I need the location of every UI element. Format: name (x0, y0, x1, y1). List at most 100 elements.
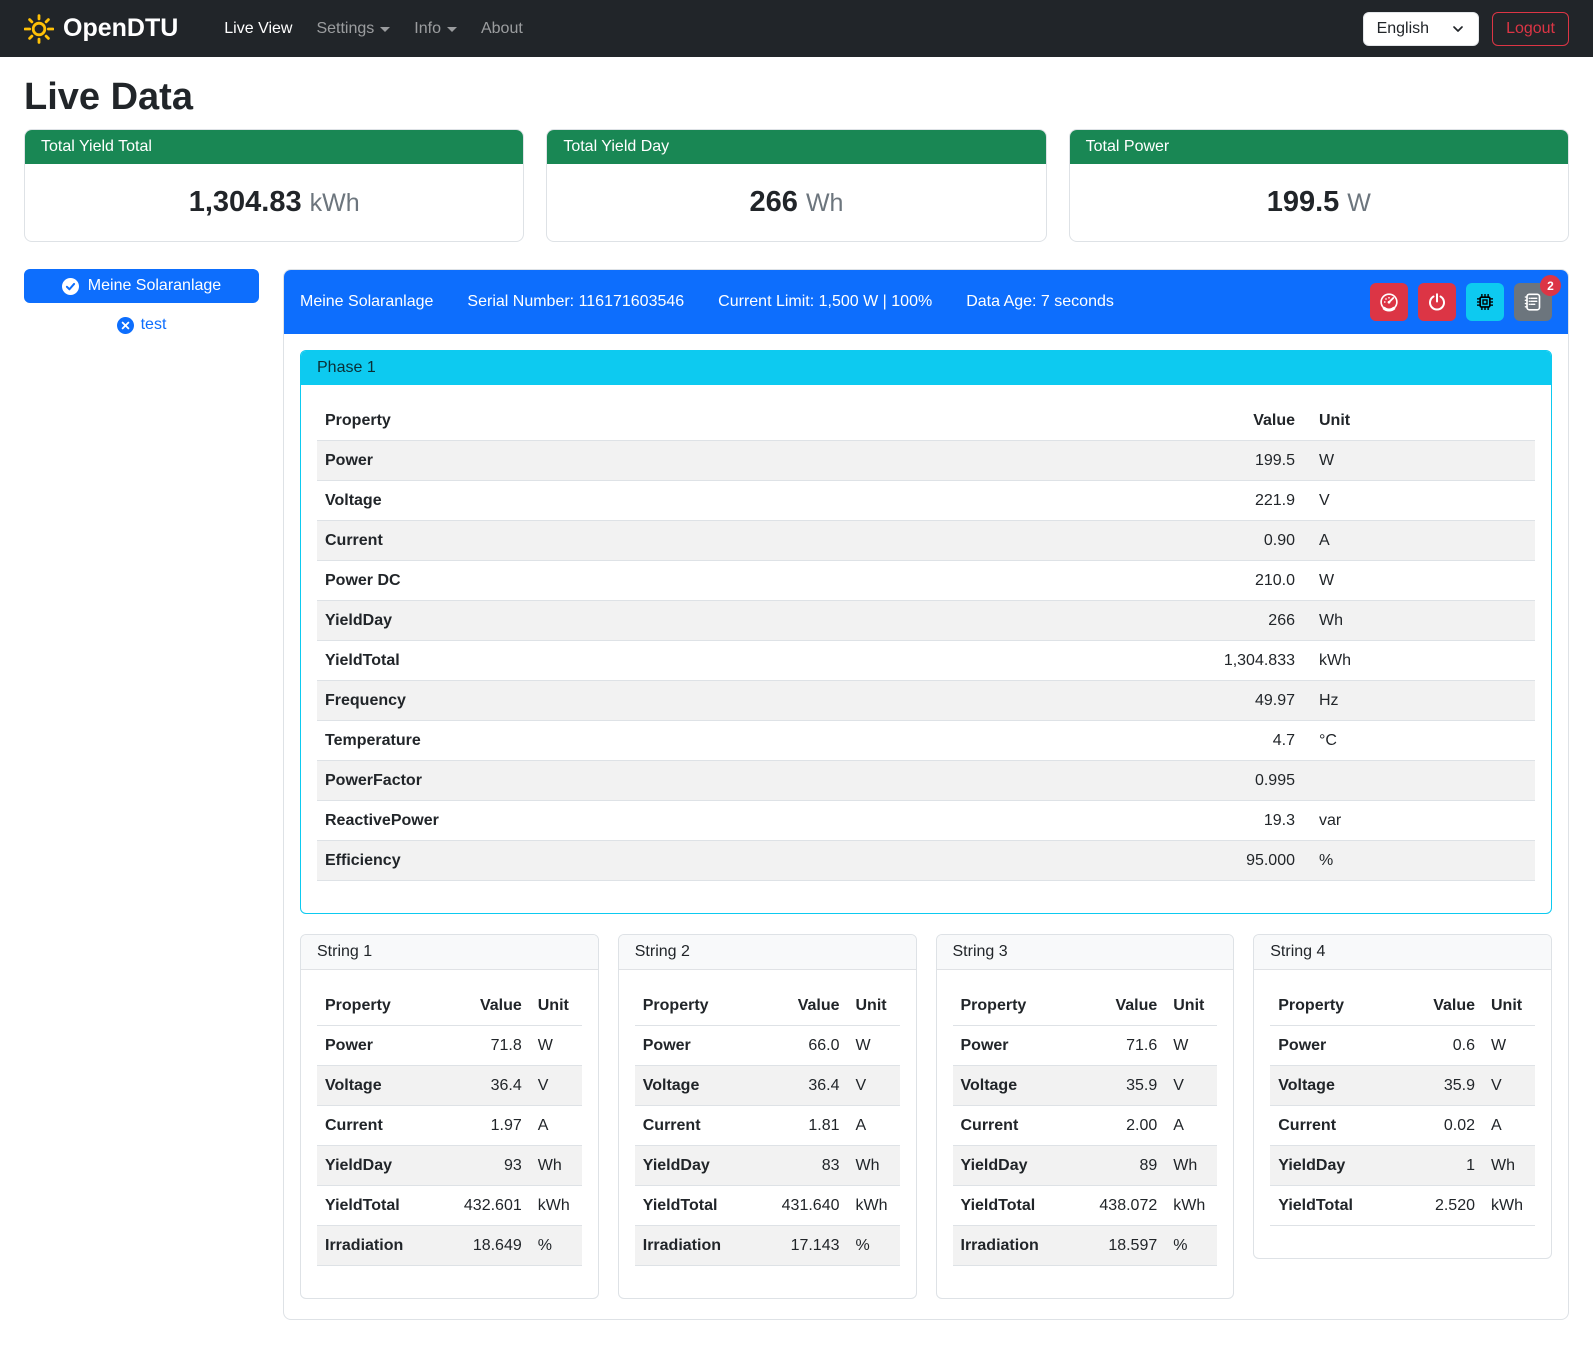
string-body: Property Value Unit Power0.6WVoltage35.9… (1254, 970, 1551, 1258)
value-cell: 2.00 (1075, 1106, 1165, 1146)
property-cell: Voltage (953, 1066, 1076, 1106)
check-circle-icon (62, 278, 79, 295)
string-body: Property Value Unit Power71.6WVoltage35.… (937, 970, 1234, 1298)
string-3-card: String 3 Property Value Unit (936, 934, 1235, 1299)
property-cell: Frequency (317, 681, 1143, 721)
col-value: Value (440, 986, 530, 1026)
value-cell: 18.597 (1075, 1226, 1165, 1266)
string-1-table: Property Value Unit Power71.8WVoltage36.… (317, 986, 582, 1266)
inverter-limit: Current Limit: 1,500 W | 100% (718, 293, 932, 311)
journal-text-icon (1523, 292, 1543, 312)
table-row: Voltage35.9V (953, 1066, 1218, 1106)
inverter-test-link[interactable]: test (24, 316, 259, 334)
inverter-select-button[interactable]: Meine Solaranlage (24, 269, 259, 303)
col-property: Property (953, 986, 1076, 1026)
unit-cell: Wh (1165, 1146, 1217, 1186)
property-cell: Power (635, 1026, 758, 1066)
card-unit: kWh (310, 189, 360, 217)
table-row: Current0.02A (1270, 1106, 1535, 1146)
unit-cell: A (1165, 1106, 1217, 1146)
string-3-table: Property Value Unit Power71.6WVoltage35.… (953, 986, 1218, 1266)
property-cell: Current (317, 521, 1143, 561)
value-cell: 431.640 (758, 1186, 848, 1226)
event-count-badge: 2 (1540, 275, 1561, 296)
brand-link[interactable]: OpenDTU (24, 14, 178, 44)
value-cell: 1 (1393, 1146, 1483, 1186)
nav-info[interactable]: Info (414, 20, 457, 38)
unit-cell: W (1303, 561, 1535, 601)
col-value: Value (1143, 401, 1303, 441)
phase-body: Property Value Unit Power199.5WVoltage22… (301, 385, 1551, 913)
card-body: 199.5W (1070, 164, 1568, 241)
property-cell: YieldTotal (317, 641, 1143, 681)
value-cell: 210.0 (1143, 561, 1303, 601)
string-title: String 4 (1254, 935, 1551, 970)
table-row: Voltage36.4V (635, 1066, 900, 1106)
nav-about[interactable]: About (481, 20, 523, 38)
table-row: YieldDay83Wh (635, 1146, 900, 1186)
unit-cell: V (1165, 1066, 1217, 1106)
power-toggle-button[interactable] (1418, 283, 1456, 321)
unit-cell: W (1165, 1026, 1217, 1066)
total-power-card: Total Power 199.5W (1069, 129, 1569, 242)
table-row: YieldTotal431.640kWh (635, 1186, 900, 1226)
inverter-name: Meine Solaranlage (300, 293, 433, 311)
value-cell: 438.072 (1075, 1186, 1165, 1226)
value-cell: 1.81 (758, 1106, 848, 1146)
unit-cell: % (1303, 841, 1535, 881)
language-select[interactable]: English (1363, 12, 1479, 46)
value-cell: 17.143 (758, 1226, 848, 1266)
property-cell: YieldTotal (953, 1186, 1076, 1226)
property-cell: ReactivePower (317, 801, 1143, 841)
nav-live-view[interactable]: Live View (224, 20, 292, 38)
card-title: Total Yield Total (25, 130, 523, 164)
unit-cell: kWh (530, 1186, 582, 1226)
table-row: Power71.6W (953, 1026, 1218, 1066)
unit-cell: var (1303, 801, 1535, 841)
value-cell: 0.6 (1393, 1026, 1483, 1066)
card-title: Total Power (1070, 130, 1568, 164)
logout-button[interactable]: Logout (1492, 12, 1569, 46)
string-2-card: String 2 Property Value Unit (618, 934, 917, 1299)
device-info-button[interactable] (1466, 283, 1504, 321)
phase-panel: Phase 1 Property Value Unit Power199.5WV… (300, 350, 1552, 914)
property-cell: Voltage (635, 1066, 758, 1106)
unit-cell (1303, 761, 1535, 801)
value-cell: 35.9 (1075, 1066, 1165, 1106)
strings-row: String 1 Property Value Unit (300, 934, 1552, 1299)
property-cell: Current (317, 1106, 440, 1146)
unit-cell: V (1303, 481, 1535, 521)
unit-cell: Hz (1303, 681, 1535, 721)
col-unit: Unit (848, 986, 900, 1026)
card-unit: Wh (806, 189, 844, 217)
string-title: String 3 (937, 935, 1234, 970)
value-cell: 89 (1075, 1146, 1165, 1186)
event-log-button[interactable]: 2 (1514, 283, 1552, 321)
property-cell: Irradiation (953, 1226, 1076, 1266)
unit-cell: Wh (848, 1146, 900, 1186)
string-1-card: String 1 Property Value Unit (300, 934, 599, 1299)
value-cell: 199.5 (1143, 441, 1303, 481)
unit-cell: kWh (1483, 1186, 1535, 1226)
property-cell: YieldDay (953, 1146, 1076, 1186)
inverter-body: Phase 1 Property Value Unit Power199.5WV… (284, 334, 1568, 1319)
total-yield-day-card: Total Yield Day 266Wh (546, 129, 1046, 242)
limit-settings-button[interactable] (1370, 283, 1408, 321)
nav-settings[interactable]: Settings (316, 20, 390, 38)
summary-cards-row: Total Yield Total 1,304.83kWh Total Yiel… (24, 129, 1569, 242)
table-row: YieldDay93Wh (317, 1146, 582, 1186)
power-icon (1427, 292, 1447, 312)
property-cell: YieldTotal (317, 1186, 440, 1226)
unit-cell: % (1165, 1226, 1217, 1266)
value-cell: 66.0 (758, 1026, 848, 1066)
property-cell: Current (953, 1106, 1076, 1146)
property-cell: Power (317, 441, 1143, 481)
nav-settings-label: Settings (316, 20, 374, 38)
table-row: Irradiation18.649% (317, 1226, 582, 1266)
property-cell: Irradiation (317, 1226, 440, 1266)
inverter-serial: Serial Number: 116171603546 (467, 293, 684, 311)
table-row: Current1.97A (317, 1106, 582, 1146)
property-cell: YieldTotal (635, 1186, 758, 1226)
col-unit: Unit (530, 986, 582, 1026)
unit-cell: W (848, 1026, 900, 1066)
